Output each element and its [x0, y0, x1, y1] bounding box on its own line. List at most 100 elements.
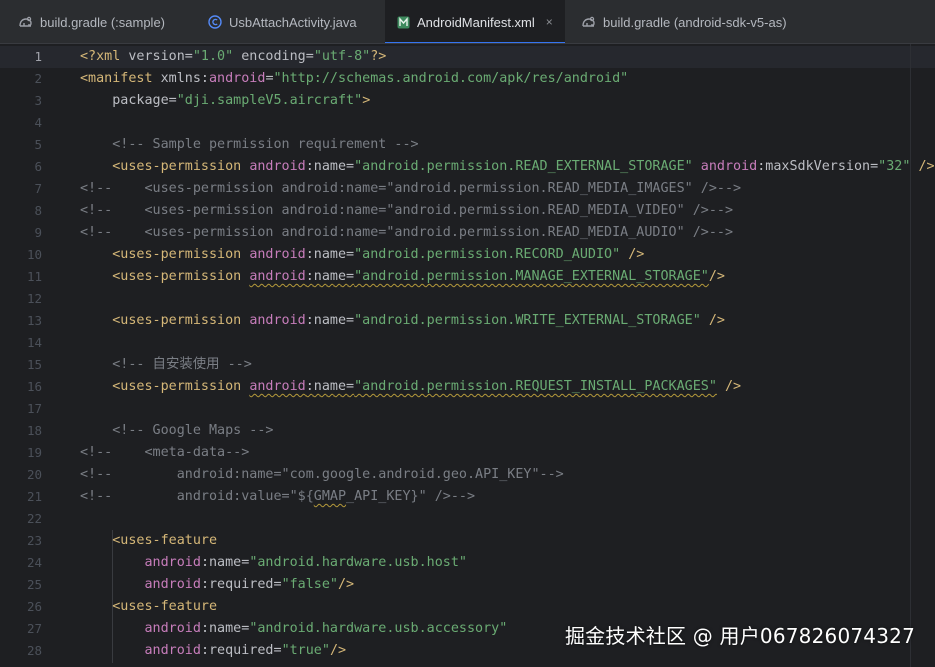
- code-line[interactable]: 9 <!-- <uses-permission android:name="and…: [0, 222, 935, 244]
- gradle-icon: [19, 16, 32, 27]
- tab-build-gradle-sdk[interactable]: build.gradle (android-sdk-v5-as): [565, 0, 935, 44]
- code-token: "dji.sampleV5.aircraft": [176, 93, 363, 108]
- code-token: <!-- Sample permission requirement -->: [112, 137, 419, 152]
- code-line[interactable]: 17: [0, 398, 935, 420]
- code-token: <?xml: [80, 49, 129, 64]
- code-token: />: [716, 379, 742, 394]
- code-token: android: [144, 555, 201, 570]
- code-line[interactable]: 25 android:required="false"/>: [0, 574, 935, 596]
- code-text: <!-- <uses-permission android:name="andr…: [80, 222, 733, 244]
- code-line[interactable]: 10 <uses-permission android:name="androi…: [0, 244, 935, 266]
- code-line[interactable]: 21 <!-- android:value="${GMAP_API_KEY}" /…: [0, 486, 935, 508]
- code-text: <uses-permission android:name="android.p…: [80, 156, 934, 178]
- code-line[interactable]: 12: [0, 288, 935, 310]
- manifest-icon: [397, 16, 410, 28]
- code-token: <!-- <uses-permission android:name="andr…: [80, 181, 742, 196]
- code-token: <!-- <meta-data-->: [80, 445, 250, 460]
- code-line[interactable]: 24 android:name="android.hardware.usb.ho…: [0, 552, 935, 574]
- line-number: 15: [26, 357, 42, 372]
- code-token: >: [362, 93, 371, 108]
- code-line[interactable]: 13 <uses-permission android:name="androi…: [0, 310, 935, 332]
- code-line[interactable]: 26 <uses-feature: [0, 596, 935, 618]
- code-editor[interactable]: 1 <?xml version="1.0" encoding="utf-8"?> 2…: [0, 44, 935, 667]
- code-token: <manifest: [80, 71, 161, 86]
- line-number: 5: [34, 137, 42, 152]
- code-token: ?>: [370, 49, 387, 64]
- code-token: "utf-8": [313, 49, 371, 64]
- code-line[interactable]: 11 <uses-permission android:name="androi…: [0, 266, 935, 288]
- code-line[interactable]: 19 <!-- <meta-data-->: [0, 442, 935, 464]
- code-token: android: [249, 379, 306, 394]
- code-token: :name=: [305, 269, 355, 284]
- code-token: />: [329, 643, 347, 658]
- line-number: 20: [26, 467, 42, 482]
- tab-label: build.gradle (android-sdk-v5-as): [603, 14, 787, 30]
- editor-tab-bar: build.gradle (:sample) UsbAttachActivity…: [0, 0, 935, 44]
- tab-usb-attach-activity[interactable]: UsbAttachActivity.java: [190, 0, 385, 44]
- code-line[interactable]: 7 <!-- <uses-permission android:name="and…: [0, 178, 935, 200]
- code-token: :name=: [305, 159, 355, 174]
- code-token: xmlns:: [160, 71, 209, 86]
- line-number: 24: [26, 555, 42, 570]
- code-line[interactable]: 14: [0, 332, 935, 354]
- code-line[interactable]: 1 <?xml version="1.0" encoding="utf-8"?>: [0, 46, 935, 68]
- code-token: <!-- Google Maps -->: [112, 423, 274, 438]
- line-number: 12: [26, 291, 42, 306]
- line-number: 17: [26, 401, 42, 416]
- tab-android-manifest[interactable]: AndroidManifest.xml ×: [385, 0, 565, 44]
- close-tab-icon[interactable]: ×: [546, 15, 553, 29]
- code-token: encoding=: [233, 49, 314, 64]
- line-number: 4: [34, 115, 42, 130]
- code-token: <!-- 自安装使用 -->: [112, 357, 252, 372]
- code-token: =: [265, 71, 274, 86]
- code-text: <!-- android:name="com.google.android.ge…: [80, 464, 564, 486]
- code-line[interactable]: 15 <!-- 自安装使用 -->: [0, 354, 935, 376]
- code-token: android: [249, 247, 306, 262]
- code-line[interactable]: 2 <manifest xmlns:android="http://schemas…: [0, 68, 935, 90]
- code-token: "android.hardware.usb.host": [249, 555, 467, 570]
- code-line[interactable]: 8 <!-- <uses-permission android:name="and…: [0, 200, 935, 222]
- code-token: android: [144, 577, 201, 592]
- tab-label: UsbAttachActivity.java: [229, 14, 357, 30]
- code-token: "android.permission.REQUEST_INSTALL_PACK…: [354, 379, 717, 394]
- code-token: <uses-permission: [112, 313, 250, 328]
- code-text: <!-- Sample permission requirement -->: [80, 134, 419, 156]
- line-number: 26: [26, 599, 42, 614]
- code-text: <uses-permission android:name="android.p…: [80, 244, 644, 266]
- code-token: android: [249, 269, 306, 284]
- code-token: "http://schemas.android.com/apk/res/andr…: [273, 71, 629, 86]
- code-token: <!-- android:name="com.google.android.ge…: [80, 467, 564, 482]
- line-number: 6: [34, 159, 42, 174]
- code-line[interactable]: 20 <!-- android:name="com.google.android.…: [0, 464, 935, 486]
- code-token: <!-- android:value="${: [80, 489, 314, 504]
- code-line[interactable]: 6 <uses-permission android:name="android…: [0, 156, 935, 178]
- code-text: <!-- android:value="${GMAP_API_KEY}" />-…: [80, 486, 475, 508]
- tab-build-gradle-sample[interactable]: build.gradle (:sample): [0, 0, 190, 44]
- code-line[interactable]: 16 <uses-permission android:name="androi…: [0, 376, 935, 398]
- code-text: android:name="android.hardware.usb.acces…: [80, 618, 508, 640]
- code-line[interactable]: 3 package="dji.sampleV5.aircraft">: [0, 90, 935, 112]
- code-line[interactable]: 23 <uses-feature: [0, 530, 935, 552]
- code-line[interactable]: 18 <!-- Google Maps -->: [0, 420, 935, 442]
- code-text: <uses-feature: [80, 596, 217, 618]
- code-token: "true": [281, 643, 330, 658]
- code-token: :name=: [305, 313, 355, 328]
- tab-label: build.gradle (:sample): [40, 14, 166, 30]
- line-number: 22: [26, 511, 42, 526]
- code-token: android: [249, 159, 306, 174]
- code-line[interactable]: 5 <!-- Sample permission requirement -->: [0, 134, 935, 156]
- line-number: 25: [26, 577, 42, 592]
- code-token: :required=: [200, 643, 282, 658]
- code-token: "false": [281, 577, 338, 592]
- line-number: 28: [26, 643, 42, 658]
- code-line[interactable]: 22: [0, 508, 935, 530]
- line-number: 10: [26, 247, 42, 262]
- code-line[interactable]: 4: [0, 112, 935, 134]
